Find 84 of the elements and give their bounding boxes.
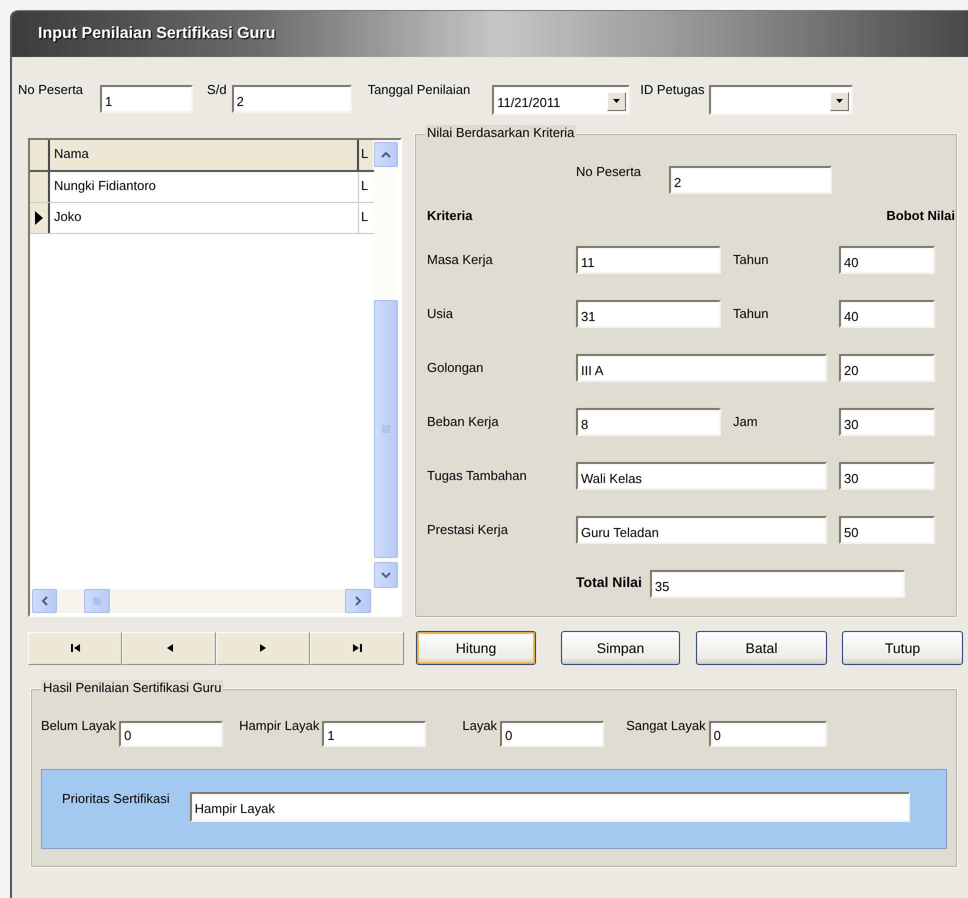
dropdown-field[interactable] xyxy=(708,85,853,115)
input-field[interactable]: 30 xyxy=(839,408,935,436)
field-label: Tugas Tambahan xyxy=(427,467,528,483)
horizontal-scrollbar[interactable] xyxy=(32,589,372,613)
window-title: Input Penilaian Sertifikasi Guru xyxy=(38,25,276,43)
field-label: Layak xyxy=(462,717,498,735)
dropdown-field[interactable]: 11/21/2011 xyxy=(492,85,630,115)
action-button[interactable]: Tutup xyxy=(842,631,963,665)
skip-last-icon xyxy=(352,644,362,652)
field-label: Prestasi Kerja xyxy=(427,521,509,537)
table-cell: Joko xyxy=(50,203,359,233)
field-label: Beban Kerja xyxy=(427,413,500,429)
unit-label: Tahun xyxy=(733,251,768,267)
chevron-right-icon xyxy=(354,596,362,606)
field-label: Usia xyxy=(427,305,454,321)
scroll-thumb[interactable] xyxy=(84,589,110,613)
input-field[interactable]: 31 xyxy=(576,300,721,328)
caret-icon xyxy=(613,99,620,103)
navigator-button[interactable] xyxy=(310,632,404,664)
action-button[interactable]: Batal xyxy=(696,631,827,665)
scroll-right-button[interactable] xyxy=(345,589,371,613)
input-field[interactable]: 0 xyxy=(500,721,604,747)
input-field[interactable]: 1 xyxy=(100,85,194,113)
column-heading: Bobot Nilai xyxy=(886,208,955,223)
action-button[interactable]: Simpan xyxy=(561,631,680,665)
scroll-left-button[interactable] xyxy=(32,589,57,613)
input-field[interactable]: Hampir Layak xyxy=(190,792,910,822)
chevron-down-icon xyxy=(381,571,391,579)
field-label: S/d xyxy=(207,81,227,99)
input-field[interactable]: Wali Kelas xyxy=(576,462,827,490)
input-field[interactable]: 50 xyxy=(839,516,935,544)
unit-label: Jam xyxy=(733,413,758,429)
field-label: Hampir Layak xyxy=(239,717,320,735)
row-header xyxy=(30,140,50,170)
field-label: Belum Layak xyxy=(41,717,116,735)
skip-first-icon xyxy=(70,644,80,652)
input-field[interactable]: 2 xyxy=(669,166,832,194)
navigator-button[interactable] xyxy=(216,632,310,664)
field-label: Golongan xyxy=(427,359,484,375)
grip-icon xyxy=(382,425,390,433)
column-heading: Kriteria xyxy=(427,208,473,223)
input-field[interactable]: 8 xyxy=(576,408,721,436)
navigator-button[interactable] xyxy=(122,632,216,664)
input-field[interactable]: 11 xyxy=(576,246,721,274)
dropdown-button[interactable] xyxy=(830,92,849,110)
input-field[interactable]: 0 xyxy=(119,721,224,747)
input-field[interactable]: 35 xyxy=(650,570,905,598)
input-field[interactable]: III A xyxy=(576,354,827,382)
table-cell-text: L xyxy=(360,177,370,195)
dropdown-button[interactable] xyxy=(607,92,626,110)
input-field[interactable]: 2 xyxy=(232,85,352,113)
input-field[interactable]: 30 xyxy=(839,462,935,490)
navigator-button[interactable] xyxy=(28,632,122,664)
chevron-left-icon xyxy=(40,596,48,606)
table-cell: Nungki Fidiantoro xyxy=(50,172,359,202)
total-label: Total Nilai xyxy=(576,573,642,590)
field-label: ID Petugas xyxy=(640,81,705,99)
triangle-left-icon xyxy=(166,644,172,652)
caret-icon xyxy=(836,99,843,103)
row-pointer-icon xyxy=(35,211,43,225)
scroll-up-button[interactable] xyxy=(374,142,398,167)
field-label: No Peserta xyxy=(576,164,642,179)
action-button[interactable]: Hitung xyxy=(416,631,536,665)
column-header[interactable]: L xyxy=(359,140,373,170)
chevron-up-icon xyxy=(381,150,391,158)
scroll-down-button[interactable] xyxy=(374,562,398,588)
field-label: Tanggal Penilaian xyxy=(368,81,470,99)
input-field[interactable]: 40 xyxy=(839,300,935,328)
field-label: No Peserta xyxy=(18,81,84,99)
field-label: Masa Kerja xyxy=(427,251,494,267)
input-field[interactable]: 40 xyxy=(839,246,935,274)
vertical-scrollbar[interactable] xyxy=(374,142,398,588)
field-label: Prioritas Sertifikasi xyxy=(62,790,170,808)
column-header[interactable]: Nama xyxy=(50,140,359,170)
unit-label: Tahun xyxy=(733,305,768,321)
table-cell-text: L xyxy=(360,208,370,226)
input-field[interactable]: 0 xyxy=(708,721,827,747)
input-field[interactable]: 20 xyxy=(839,354,935,382)
input-field[interactable]: 1 xyxy=(322,721,426,747)
grip-icon xyxy=(93,597,101,605)
field-label: Sangat Layak xyxy=(626,717,706,735)
input-field[interactable]: Guru Teladan xyxy=(576,516,827,544)
scroll-thumb[interactable] xyxy=(374,300,398,558)
triangle-right-icon xyxy=(260,644,266,652)
